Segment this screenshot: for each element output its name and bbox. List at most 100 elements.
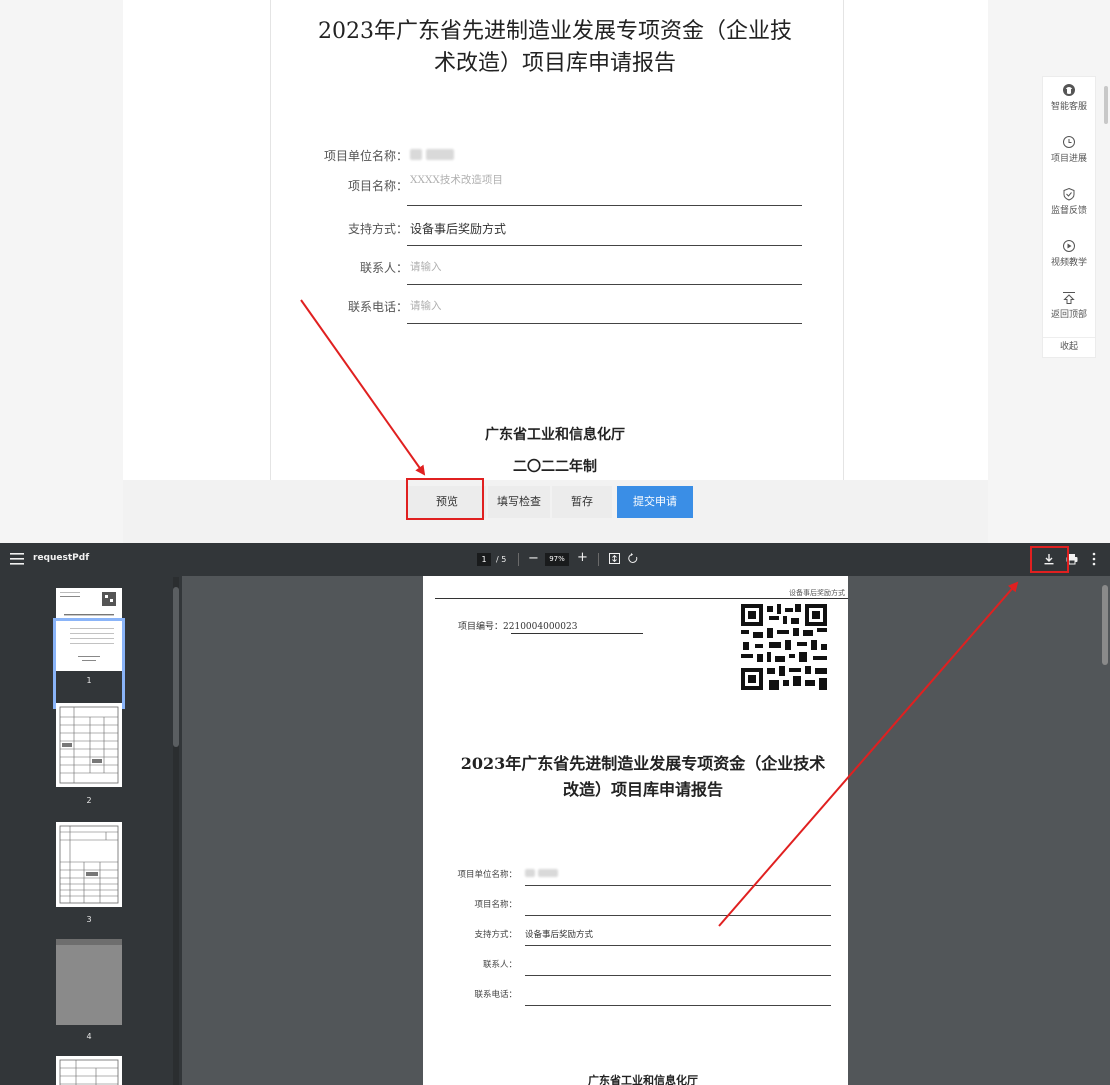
viewer-toolbar: requestPdf 1 / 5 − 97% + bbox=[0, 543, 1110, 576]
pdf-running-header: 设备事后奖励方式 bbox=[423, 588, 848, 598]
qr-code-icon bbox=[741, 604, 827, 690]
side-item-back-to-top[interactable]: 返回顶部 bbox=[1043, 285, 1095, 341]
scrollbar-handle[interactable] bbox=[173, 587, 179, 747]
left-gutter bbox=[0, 0, 123, 543]
thumbnail-number: 1 bbox=[86, 676, 92, 685]
zoom-in-button[interactable]: + bbox=[577, 550, 588, 566]
pdf-field-unit-name: 项目单位名称： bbox=[453, 864, 833, 892]
form-title-line-2: 术改造）项目库申请报告 bbox=[433, 51, 676, 76]
side-item-label: 返回顶部 bbox=[1050, 310, 1087, 320]
side-item-video[interactable]: 视频教学 bbox=[1043, 233, 1095, 289]
thumbnail-number: 3 bbox=[86, 915, 92, 924]
shield-check-icon bbox=[1063, 187, 1075, 201]
field-underline bbox=[407, 245, 802, 246]
pdf-field-project-name: 项目名称： bbox=[453, 894, 833, 922]
side-item-feedback[interactable]: 监督反馈 bbox=[1043, 181, 1095, 237]
pdf-viewer: requestPdf 1 / 5 − 97% + 1 2 3 4 设备事后奖励方… bbox=[0, 543, 1110, 1085]
thumbnail-number: 2 bbox=[86, 796, 92, 805]
side-item-label: 智能客服 bbox=[1050, 102, 1087, 112]
form-title: 2023年广东省先进制造业发展专项资金（企业技 术改造）项目库申请报告 bbox=[300, 16, 810, 80]
project-number-underline bbox=[511, 633, 643, 634]
thumbnail-preview bbox=[59, 706, 119, 784]
page-thumbnail[interactable] bbox=[56, 822, 122, 907]
pdf-field-label: 项目单位名称： bbox=[457, 870, 517, 880]
page-scrollbar[interactable] bbox=[1104, 86, 1108, 124]
arrow-up-icon bbox=[1063, 292, 1075, 304]
more-options-icon[interactable] bbox=[1092, 552, 1096, 566]
project-number-value: 2210004000023 bbox=[503, 622, 578, 632]
pdf-field-label: 联系电话： bbox=[474, 990, 517, 1000]
preview-highlight-box bbox=[406, 478, 484, 520]
thumbnail-selection bbox=[53, 618, 125, 709]
side-item-label: 监督反馈 bbox=[1050, 206, 1087, 216]
pdf-page: 设备事后奖励方式 项目编号：2210004000023 2023年广东省先进制造… bbox=[423, 576, 848, 1085]
application-form-area: 2023年广东省先进制造业发展专项资金（企业技 术改造）项目库申请报告 项目单位… bbox=[0, 0, 1110, 543]
pdf-title-line-1: 2023年广东省先进制造业发展专项资金（企业技术 bbox=[460, 754, 826, 773]
project-name-input[interactable]: XXXX技术改造项目 bbox=[410, 172, 503, 187]
form-title-line-1: 2023年广东省先进制造业发展专项资金（企业技 bbox=[318, 19, 792, 44]
collapse-button[interactable]: 收起 bbox=[1043, 337, 1095, 356]
pdf-field-support-mode: 支持方式： 设备事后奖励方式 bbox=[453, 924, 833, 952]
project-number: 项目编号：2210004000023 bbox=[458, 619, 577, 632]
field-label: 项目名称： bbox=[347, 179, 408, 193]
support-mode-value[interactable]: 设备事后奖励方式 bbox=[410, 220, 506, 237]
pdf-header-text: 设备事后奖励方式 bbox=[789, 589, 845, 597]
field-underline bbox=[407, 323, 802, 324]
thumbnail-number: 4 bbox=[86, 1032, 92, 1041]
pdf-scrollbar[interactable] bbox=[1102, 585, 1108, 665]
document-title: requestPdf bbox=[33, 553, 90, 563]
pdf-field-label: 支持方式： bbox=[474, 930, 517, 940]
thumbnail-scrollbar[interactable] bbox=[173, 577, 179, 1085]
pdf-field-underline bbox=[525, 945, 831, 946]
pdf-issuer-name: 广东省工业和信息化厅 bbox=[588, 1074, 698, 1085]
side-item-progress[interactable]: 项目进展 bbox=[1043, 129, 1095, 185]
side-float-panel: 智能客服 项目进展 监督反馈 视频教学 返回顶部 收起 bbox=[1042, 76, 1096, 358]
menu-icon[interactable] bbox=[10, 553, 24, 565]
unit-name-value[interactable] bbox=[410, 147, 454, 161]
zoom-level-input[interactable]: 97% bbox=[545, 553, 569, 566]
field-support-mode[interactable]: 支持方式： 设备事后奖励方式 bbox=[300, 214, 810, 252]
field-contact[interactable]: 联系人： 请输入 bbox=[300, 253, 810, 291]
check-button[interactable]: 填写检查 bbox=[488, 486, 550, 518]
pdf-field-label: 联系人： bbox=[482, 960, 517, 970]
field-label: 联系电话： bbox=[347, 300, 408, 314]
pdf-field-underline bbox=[525, 885, 831, 886]
page-total: / 5 bbox=[496, 555, 507, 564]
field-underline bbox=[407, 284, 802, 285]
field-label: 项目单位名称： bbox=[323, 149, 408, 163]
save-draft-button[interactable]: 暂存 bbox=[552, 486, 612, 518]
page-thumbnail[interactable] bbox=[56, 703, 122, 787]
field-project-name[interactable]: 项目名称： XXXX技术改造项目 bbox=[300, 174, 810, 212]
field-underline bbox=[407, 205, 802, 206]
rotate-icon[interactable] bbox=[628, 553, 639, 564]
phone-input[interactable]: 请输入 bbox=[410, 298, 442, 313]
fit-page-icon[interactable] bbox=[609, 553, 620, 564]
side-item-customer-service[interactable]: 智能客服 bbox=[1043, 77, 1095, 133]
pdf-header-rule bbox=[435, 598, 848, 599]
issuer-name: 广东省工业和信息化厅 bbox=[485, 427, 625, 443]
project-number-label: 项目编号： bbox=[458, 622, 504, 632]
play-icon bbox=[1063, 240, 1075, 252]
field-label: 支持方式： bbox=[347, 222, 408, 236]
contact-input[interactable]: 请输入 bbox=[410, 259, 442, 274]
page-thumbnail[interactable] bbox=[56, 1056, 122, 1085]
page-thumbnail[interactable] bbox=[56, 939, 122, 1025]
side-item-label: 视频教学 bbox=[1050, 258, 1087, 268]
toolbar-divider bbox=[518, 553, 519, 566]
pdf-field-phone: 联系电话： bbox=[453, 984, 833, 1012]
field-phone[interactable]: 联系电话： 请输入 bbox=[300, 292, 810, 330]
pdf-field-contact: 联系人： bbox=[453, 954, 833, 982]
toolbar-divider bbox=[598, 553, 599, 566]
field-label: 联系人： bbox=[359, 261, 408, 275]
thumbnail-sidebar: 1 2 3 4 bbox=[0, 576, 182, 1085]
page-number-input[interactable]: 1 bbox=[477, 553, 491, 566]
pdf-field-underline bbox=[525, 915, 831, 916]
zoom-out-button[interactable]: − bbox=[528, 551, 539, 567]
pdf-field-underline bbox=[525, 1005, 831, 1006]
pdf-title-line-2: 改造）项目库申请报告 bbox=[562, 780, 723, 799]
submit-button[interactable]: 提交申请 bbox=[617, 486, 693, 518]
pdf-support-mode-value: 设备事后奖励方式 bbox=[525, 930, 594, 940]
pdf-field-underline bbox=[525, 975, 831, 976]
thumbnail-preview bbox=[56, 939, 122, 945]
headset-icon bbox=[1063, 84, 1075, 96]
